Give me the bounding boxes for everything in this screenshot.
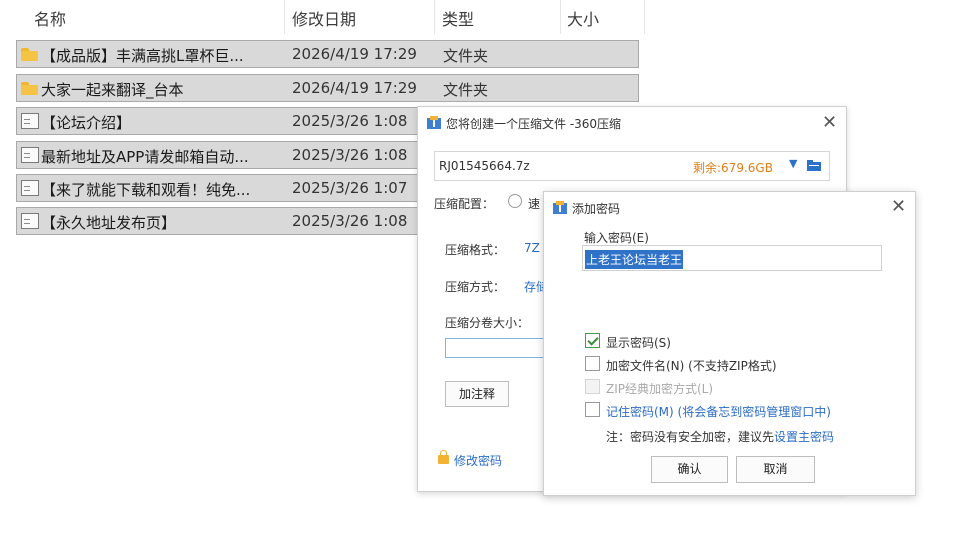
file-date: 2025/3/26 1:08: [292, 112, 408, 130]
document-icon: [21, 213, 39, 229]
lock-icon: [438, 450, 449, 464]
column-header-type[interactable]: 类型: [442, 6, 474, 30]
encrypt-filenames-label[interactable]: 加密文件名(N) (不支持ZIP格式): [606, 357, 777, 374]
file-name: 【成品版】丰满高挑L罩杯巨...: [41, 47, 244, 65]
remember-password-hint: (将会备忘到密码管理窗口中): [677, 405, 831, 419]
change-password-link[interactable]: 修改密码: [454, 452, 502, 469]
file-row[interactable]: 【成品版】丰满高挑L罩杯巨... 2026/4/19 17:29 文件夹: [16, 40, 639, 68]
zip-classic-checkbox: [585, 379, 600, 394]
file-date: 2025/3/26 1:08: [292, 212, 408, 230]
config-option-label: 速: [528, 197, 541, 211]
document-icon: [21, 147, 39, 163]
confirm-button[interactable]: 确认: [651, 456, 728, 483]
zip-classic-label: ZIP经典加密方式(L): [606, 382, 714, 396]
column-divider[interactable]: [434, 0, 435, 34]
close-icon[interactable]: ✕: [822, 114, 837, 132]
column-header-modified[interactable]: 修改日期: [292, 6, 356, 30]
remember-password-text: 记住密码(M): [606, 405, 674, 419]
file-name: 大家一起来翻译_台本: [41, 81, 184, 99]
folder-browse-icon[interactable]: [807, 160, 821, 171]
archive-app-icon: [553, 201, 567, 214]
column-divider[interactable]: [560, 0, 561, 34]
config-radio[interactable]: [508, 194, 522, 208]
file-date: 2025/3/26 1:08: [292, 146, 408, 164]
file-row[interactable]: 大家一起来翻译_台本 2026/4/19 17:29 文件夹: [16, 74, 639, 102]
column-header-size[interactable]: 大小: [567, 6, 599, 30]
method-label: 压缩方式：: [445, 280, 506, 294]
column-divider[interactable]: [644, 0, 645, 34]
sort-caret-icon: ^: [150, 0, 161, 8]
column-divider[interactable]: [284, 0, 285, 34]
file-date: 2026/4/19 17:29: [292, 45, 417, 63]
remember-password-label[interactable]: 记住密码(M) (将会备忘到密码管理窗口中): [606, 403, 831, 420]
password-input-label: 输入密码(E): [584, 231, 649, 245]
document-icon: [21, 180, 39, 196]
password-note-text: 注：密码没有安全加密，建议先: [606, 430, 775, 444]
password-input[interactable]: 上老王论坛当老王: [582, 245, 882, 271]
password-text-selected: 上老王论坛当老王: [585, 250, 684, 269]
format-label: 压缩格式：: [445, 243, 506, 257]
remember-password-checkbox[interactable]: [585, 402, 600, 417]
volume-size-label: 压缩分卷大小：: [445, 316, 530, 330]
password-note: 注：密码没有安全加密，建议先设置主密码: [606, 428, 834, 445]
format-value[interactable]: 7Z: [524, 241, 540, 255]
compress-config-label: 压缩配置：: [434, 197, 495, 211]
encrypt-filenames-checkbox[interactable]: [585, 356, 600, 371]
file-name: 【来了就能下载和观看！纯免...: [41, 181, 251, 199]
set-master-password-link[interactable]: 设置主密码: [774, 430, 834, 444]
file-date: 2026/4/19 17:29: [292, 79, 417, 97]
file-type: 文件夹: [443, 47, 489, 65]
file-name: 最新地址及APP请发邮箱自动...: [41, 148, 249, 166]
column-header-name[interactable]: 名称: [34, 6, 66, 30]
volume-size-input[interactable]: [445, 338, 555, 358]
archive-path-field[interactable]: RJ01545664.7z 剩余:679.6GB ▼: [434, 151, 830, 181]
add-password-dialog: 添加密码 ✕ 输入密码(E) 上老王论坛当老王 显示密码(S) 加密文件名(N)…: [543, 191, 916, 496]
add-comment-button[interactable]: 加注释: [445, 381, 509, 407]
file-date: 2025/3/26 1:07: [292, 179, 408, 197]
column-header-row: 名称 ^ 修改日期 类型 大小: [0, 0, 645, 34]
free-space-label: 剩余:679.6GB: [693, 161, 773, 175]
folder-icon: [21, 48, 39, 64]
cancel-button[interactable]: 取消: [736, 456, 815, 483]
file-name: 【论坛介绍】: [41, 114, 132, 132]
password-dialog-title: 添加密码: [572, 202, 621, 216]
show-password-checkbox[interactable]: [585, 333, 600, 348]
file-name: 【永久地址发布页】: [41, 214, 177, 232]
archive-app-icon: [427, 116, 441, 129]
folder-icon: [21, 82, 39, 98]
document-icon: [21, 113, 39, 129]
file-type: 文件夹: [443, 81, 489, 99]
show-password-label[interactable]: 显示密码(S): [606, 334, 671, 351]
close-icon[interactable]: ✕: [891, 198, 906, 216]
archive-name: RJ01545664.7z: [439, 159, 530, 173]
compress-dialog-title: 您将创建一个压缩文件 -360压缩: [446, 117, 622, 131]
dropdown-arrow-icon[interactable]: ▼: [789, 157, 797, 170]
